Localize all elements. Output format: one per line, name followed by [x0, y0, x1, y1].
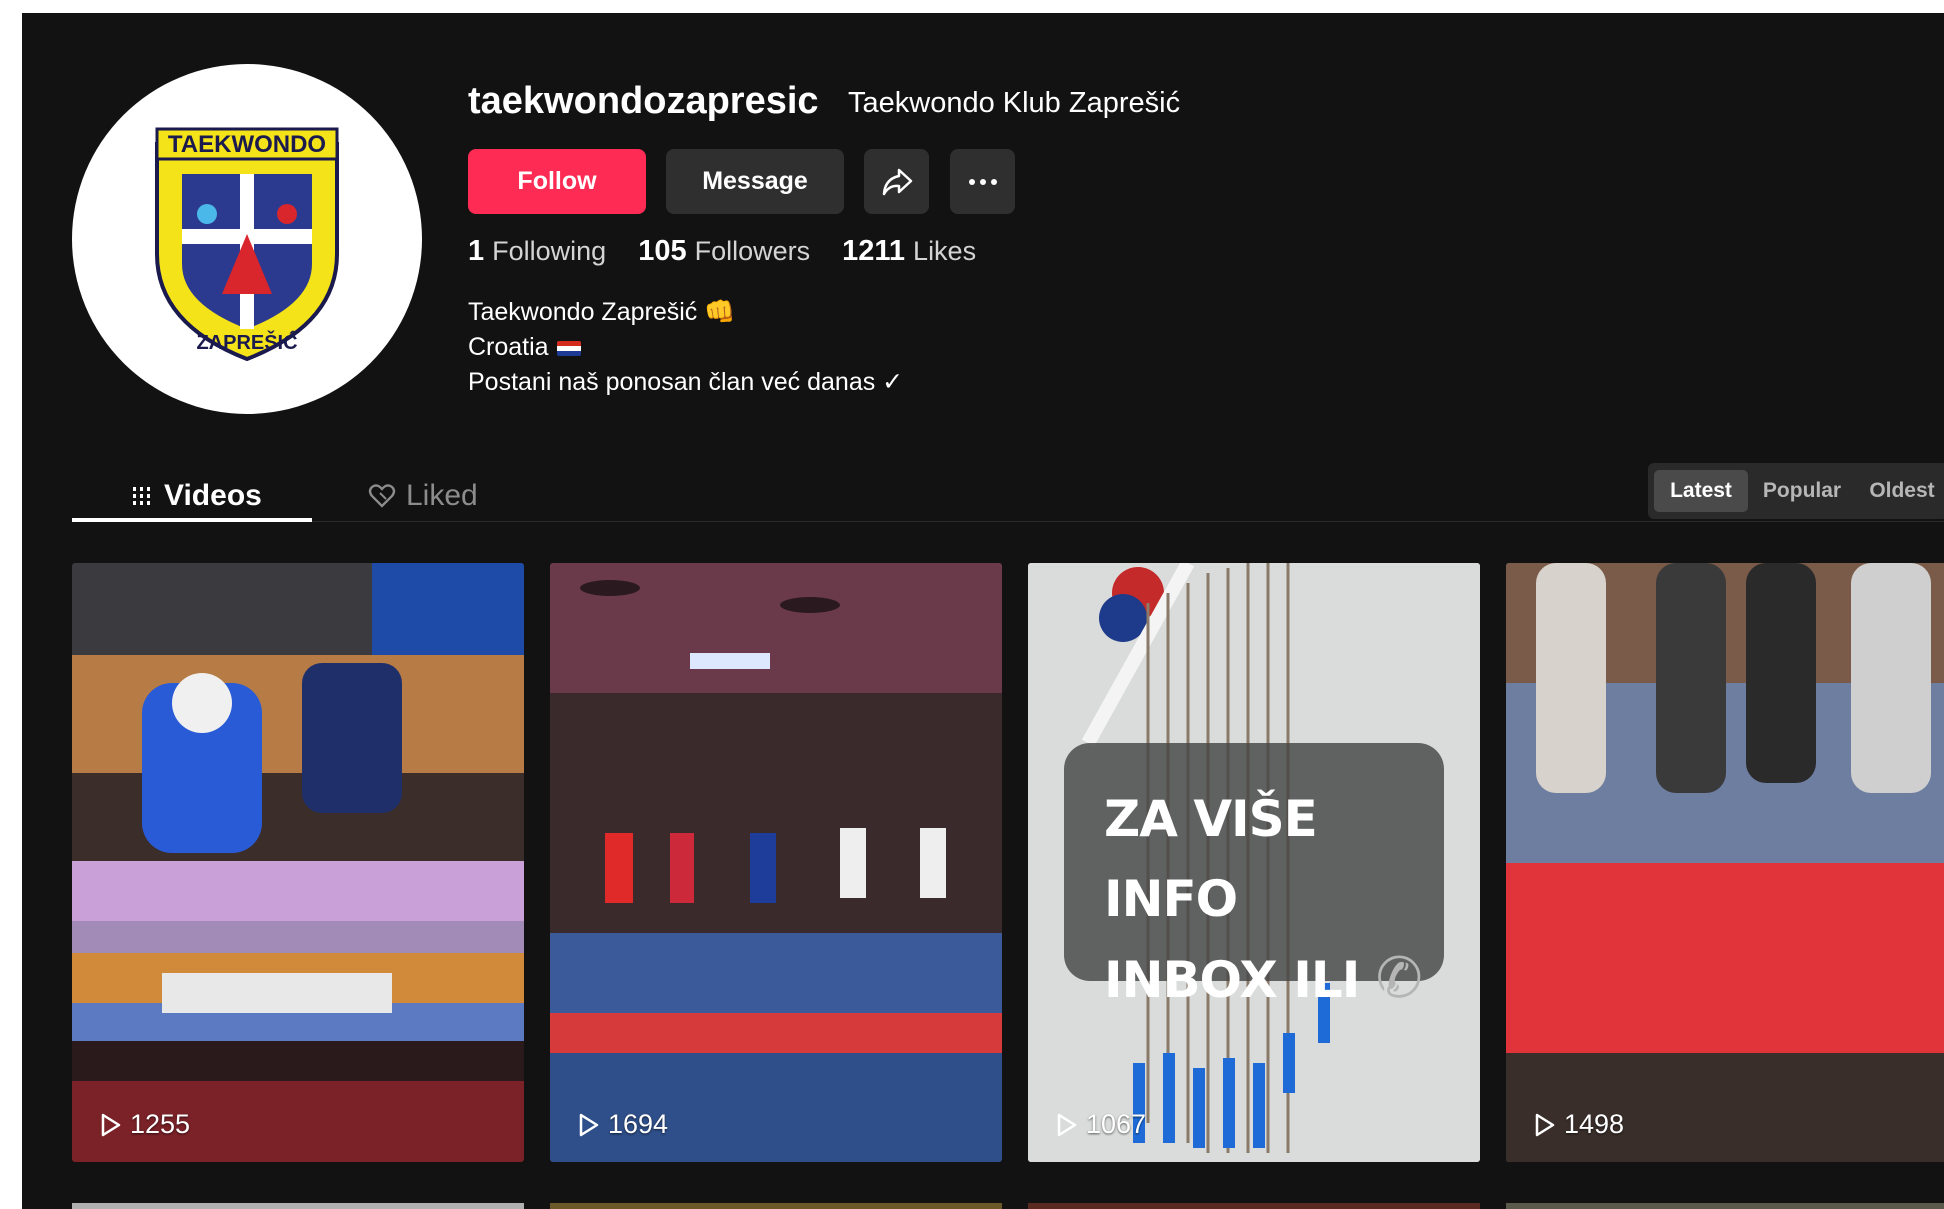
tab-liked[interactable]: Liked	[368, 479, 478, 513]
video-thumbnail	[1506, 563, 1944, 1162]
bio-line-country: Croatia	[468, 330, 903, 365]
sort-popular-button[interactable]: Popular	[1756, 470, 1848, 512]
video-card[interactable]: ZA VIŠE INFO INBOX ILI ✆ 1067	[1028, 563, 1480, 1162]
share-icon	[882, 168, 912, 195]
video-overlay-text: ZA VIŠE INFO INBOX ILI ✆	[1064, 743, 1444, 1011]
bio-line: Taekwondo Zaprešić 👊	[468, 298, 736, 326]
view-count: 1067	[1056, 1109, 1146, 1140]
play-icon	[1535, 1113, 1555, 1136]
profile-stats: 1 Following 105 Followers 1211 Likes	[468, 235, 976, 268]
phone-icon: ✆	[1375, 946, 1423, 1011]
sort-latest-button[interactable]: Latest	[1654, 470, 1748, 512]
video-card-partial[interactable]	[1028, 1203, 1480, 1209]
video-card[interactable]: 1498	[1506, 563, 1944, 1162]
video-thumbnail	[550, 563, 1002, 1162]
sort-segmented-control: Latest Popular Oldest	[1648, 463, 1944, 519]
view-count-value: 1498	[1564, 1109, 1625, 1139]
play-icon	[101, 1113, 121, 1136]
profile-username: taekwondozapresic	[468, 80, 819, 122]
croatia-flag-icon	[556, 340, 581, 356]
stat-label: Likes	[913, 236, 977, 266]
logo-text-bottom: ZAPREŠIĆ	[196, 330, 297, 354]
play-icon	[579, 1113, 599, 1136]
video-card[interactable]: 1255	[72, 563, 524, 1162]
view-count: 1255	[100, 1109, 190, 1140]
video-card-partial[interactable]	[550, 1203, 1002, 1209]
follow-button[interactable]: Follow	[468, 149, 646, 214]
stat-following[interactable]: 1 Following	[468, 235, 606, 268]
video-card-partial[interactable]	[72, 1203, 524, 1209]
bio-line: Postani naš ponosan član već danas ✓	[468, 368, 904, 396]
active-tab-indicator	[72, 518, 312, 522]
view-count-value: 1067	[1086, 1109, 1147, 1139]
video-thumbnail	[72, 563, 524, 1162]
more-icon	[968, 178, 997, 185]
tab-videos[interactable]: Videos	[130, 479, 262, 513]
overlay-line: INBOX ILI	[1104, 951, 1360, 1009]
view-count-value: 1694	[608, 1109, 669, 1139]
play-icon	[1057, 1113, 1077, 1136]
sort-oldest-button[interactable]: Oldest	[1856, 470, 1944, 512]
share-button[interactable]	[864, 149, 929, 214]
profile-nickname: Taekwondo Klub Zaprešić	[848, 87, 1181, 119]
stat-label: Followers	[694, 236, 811, 266]
overlay-line: ZA VIŠE INFO	[1104, 790, 1318, 928]
profile-bio: Taekwondo Zaprešić 👊 Croatia Postani naš…	[468, 295, 903, 400]
overlay-line-with-icon: INBOX ILI ✆	[1104, 939, 1444, 1020]
video-card[interactable]: 1694	[550, 563, 1002, 1162]
stat-value: 1211	[842, 235, 906, 267]
more-options-button[interactable]	[950, 149, 1015, 214]
stat-value: 1	[468, 235, 485, 267]
club-logo: TAEKWONDO ZAPREŠIĆ	[155, 127, 339, 362]
tab-liked-label: Liked	[406, 479, 478, 512]
tabs-divider	[72, 521, 1944, 522]
view-count: 1694	[578, 1109, 668, 1140]
tab-videos-label: Videos	[164, 479, 262, 512]
stat-label: Following	[492, 236, 607, 266]
bio-line: Croatia	[468, 333, 549, 361]
logo-text-top: TAEKWONDO	[168, 131, 326, 158]
stat-followers[interactable]: 105 Followers	[638, 235, 810, 268]
message-button[interactable]: Message	[666, 149, 844, 214]
profile-page: TAEKWONDO ZAPREŠIĆ taekwondozapresic Tae…	[22, 13, 1944, 1209]
stat-likes: 1211 Likes	[842, 235, 976, 268]
video-card-partial[interactable]	[1506, 1203, 1944, 1209]
liked-heart-icon	[368, 484, 396, 508]
profile-avatar[interactable]: TAEKWONDO ZAPREŠIĆ	[72, 64, 422, 414]
view-count-value: 1255	[130, 1109, 191, 1139]
stat-value: 105	[638, 235, 687, 267]
view-count: 1498	[1534, 1109, 1624, 1140]
grid-icon	[133, 487, 150, 505]
